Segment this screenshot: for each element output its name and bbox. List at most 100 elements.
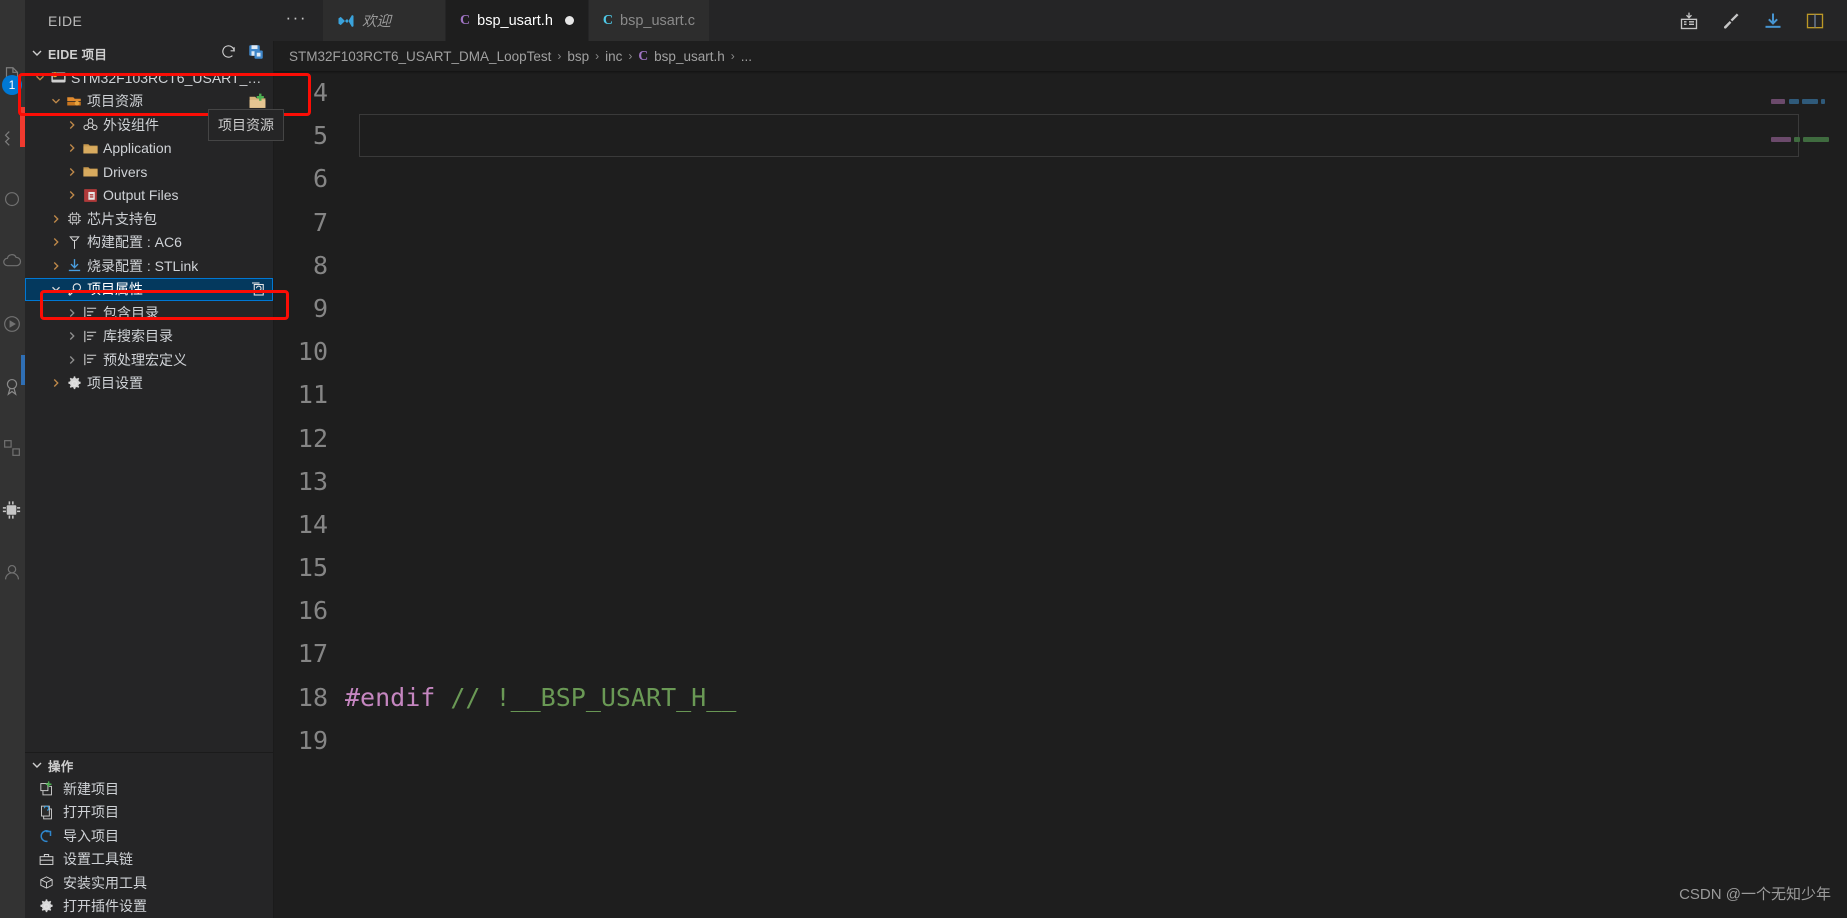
- chevron-right-icon[interactable]: [63, 188, 80, 202]
- tree-item-project-settings-label: 项目设置: [87, 375, 143, 392]
- chevron-right-icon[interactable]: [47, 376, 64, 390]
- chevron-down-icon: [29, 45, 45, 61]
- tab-bsp-usart-h[interactable]: C bsp_usart.h: [446, 0, 589, 41]
- tab-welcome[interactable]: 欢迎: [323, 0, 446, 41]
- eide-project-tree: STM32F103RCT6_USART_D... 项目资源 外设组件 Appli…: [25, 65, 273, 752]
- tree-item-preprocessor-macros[interactable]: 预处理宏定义: [25, 348, 273, 372]
- chevron-right-icon[interactable]: [47, 212, 64, 226]
- code-line-12: 12: [274, 417, 1847, 460]
- tree-item-project-settings[interactable]: 项目设置: [25, 372, 273, 396]
- activity-item-search[interactable]: [0, 169, 25, 231]
- activity-item-source-control[interactable]: [0, 107, 25, 169]
- breadcrumb-item-project[interactable]: STM32F103RCT6_USART_DMA_LoopTest: [289, 49, 551, 64]
- chevron-right-icon[interactable]: [63, 353, 80, 367]
- tree-item-application-label: Application: [103, 140, 172, 157]
- line-number: 16: [297, 596, 328, 626]
- line-number: 14: [297, 509, 328, 539]
- open-project-icon: [37, 804, 55, 821]
- operations-section-header[interactable]: 操作: [25, 753, 273, 777]
- tree-item-project-root[interactable]: STM32F103RCT6_USART_D...: [25, 66, 273, 90]
- tooltip-text: 项目资源: [218, 117, 274, 133]
- action-open-project[interactable]: 打开项目: [25, 801, 273, 825]
- tab-bsp-usart-c[interactable]: C bsp_usart.c: [588, 0, 710, 41]
- chevron-right-icon[interactable]: [63, 306, 80, 320]
- eide-project-section-header[interactable]: EIDE 项目: [25, 41, 273, 65]
- chevron-right-icon[interactable]: [47, 259, 64, 273]
- chevron-right-icon[interactable]: [47, 235, 64, 249]
- action-import-project[interactable]: 导入项目: [25, 824, 273, 848]
- activity-item-extensions[interactable]: [0, 417, 25, 479]
- flash-download-icon[interactable]: [1763, 11, 1783, 31]
- code-editor[interactable]: 4 5 6 7 8 9 10 11 12 13 14 15 16 17 18 #…: [274, 71, 1847, 918]
- code-line-6: 6: [274, 157, 1847, 200]
- breadcrumb-item-inc[interactable]: inc: [605, 49, 622, 64]
- line-number: 10: [297, 337, 328, 367]
- line-number: 11: [297, 380, 328, 410]
- line-number: 18: [297, 682, 328, 712]
- code-line-19: 19: [274, 719, 1847, 762]
- folder-icon: [80, 140, 100, 157]
- action-install-utility[interactable]: 安装实用工具: [25, 871, 273, 895]
- minimap[interactable]: [1771, 71, 1833, 918]
- save-all-icon[interactable]: [247, 43, 265, 64]
- chevron-right-icon[interactable]: [63, 141, 80, 155]
- action-install-utility-label: 安装实用工具: [63, 874, 147, 891]
- line-number: 8: [312, 250, 328, 280]
- build-icon[interactable]: [1679, 11, 1699, 31]
- chevron-down-icon[interactable]: [47, 94, 64, 108]
- chevron-right-icon[interactable]: [63, 329, 80, 343]
- scroll-shadow: [274, 71, 1847, 74]
- line-number: 17: [297, 639, 328, 669]
- breadcrumb-separator-icon: ›: [730, 49, 735, 63]
- c-file-icon: C: [638, 48, 649, 63]
- action-setup-toolchain[interactable]: 设置工具链: [25, 848, 273, 872]
- workbench-body: 1 EIDE 项目 STM32F103RCT6_USART_D... 项目资源 …: [0, 41, 1847, 918]
- tree-item-build-config[interactable]: 构建配置 : AC6: [25, 231, 273, 255]
- breadcrumb-item-bsp[interactable]: bsp: [567, 49, 589, 64]
- toolchain-icon: [37, 851, 55, 868]
- line-content: #endif // !__BSP_USART_H__: [342, 676, 736, 719]
- tree-item-drivers[interactable]: Drivers: [25, 160, 273, 184]
- tree-item-include-directories[interactable]: 包含目录: [25, 301, 273, 325]
- chevron-down-icon[interactable]: [47, 282, 64, 296]
- operations-section: 操作 新建项目 打开项目 导入项目 设置工具链 安装实用工具 打开插件设置: [25, 752, 273, 918]
- activity-item-run-debug[interactable]: [0, 293, 25, 355]
- clean-icon[interactable]: [1721, 11, 1741, 31]
- chevron-right-icon[interactable]: [63, 165, 80, 179]
- action-new-project[interactable]: 新建项目: [25, 777, 273, 801]
- plugin-settings-icon: [37, 898, 55, 915]
- code-line-16: 16: [274, 589, 1847, 632]
- activity-item-cmake[interactable]: [0, 355, 25, 417]
- project-root-icon: [48, 69, 68, 86]
- activity-item-account[interactable]: [0, 541, 25, 603]
- add-folder-icon[interactable]: [248, 92, 267, 111]
- list-icon: [80, 351, 100, 368]
- edit-properties-icon[interactable]: [249, 280, 267, 298]
- tree-item-library-search-directories[interactable]: 库搜索目录: [25, 325, 273, 349]
- more-actions-icon[interactable]: ···: [286, 9, 307, 29]
- activity-item-remote[interactable]: [0, 231, 25, 293]
- tree-item-chip-support-package[interactable]: 芯片支持包: [25, 207, 273, 231]
- code-line-13: 13: [274, 460, 1847, 503]
- chevron-right-icon[interactable]: [63, 118, 80, 132]
- unsaved-indicator-icon[interactable]: [564, 16, 574, 25]
- tree-item-project-properties[interactable]: 项目属性: [25, 277, 273, 301]
- tooltip-project-resource: 项目资源: [208, 109, 284, 141]
- chevron-down-icon[interactable]: [31, 71, 48, 85]
- activity-item-eide[interactable]: [0, 479, 25, 541]
- action-open-plugin-settings[interactable]: 打开插件设置: [25, 895, 273, 918]
- tree-item-peripheral-components-label: 外设组件: [103, 116, 159, 133]
- tree-item-output-files[interactable]: Output Files: [25, 184, 273, 208]
- output-files-icon: [80, 187, 100, 204]
- refresh-icon[interactable]: [220, 43, 237, 63]
- breadcrumb-item-file[interactable]: bsp_usart.h: [654, 49, 725, 64]
- inline-suggestion-box: [359, 114, 1799, 157]
- split-editor-icon[interactable]: [1805, 11, 1825, 31]
- breadcrumb-item-more[interactable]: ...: [741, 49, 752, 64]
- tree-item-flash-config[interactable]: 烧录配置 : STLink: [25, 254, 273, 278]
- code-line-11: 11: [274, 373, 1847, 416]
- line-number: 5: [312, 121, 328, 151]
- activity-item-explorer[interactable]: 1: [0, 45, 25, 107]
- activitybar-top-spacer: [0, 0, 25, 41]
- gear-icon: [64, 375, 84, 392]
